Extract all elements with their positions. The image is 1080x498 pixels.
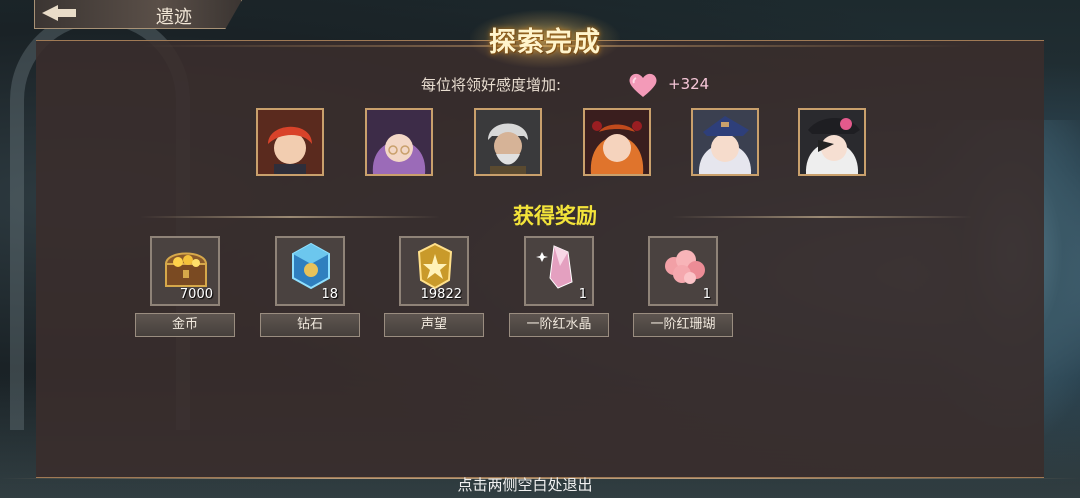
reward-count-prestige: 19822: [420, 287, 462, 302]
reward-label-diamond: 钻石: [260, 313, 360, 337]
section-divider-right: [672, 216, 972, 218]
section-divider-left: [140, 216, 440, 218]
exit-hint[interactable]: 点击两侧空白处退出: [400, 474, 650, 495]
reward-label-red-coral: 一阶红珊瑚: [633, 313, 733, 337]
portrait-purple-hair-glasses[interactable]: [365, 108, 433, 176]
treasure-chest-icon: [164, 252, 208, 287]
portrait-white-hair-captain[interactable]: [691, 108, 759, 176]
back-arrow-icon[interactable]: [40, 4, 80, 22]
reward-item-gold[interactable]: 7000: [150, 236, 220, 306]
heart-icon: [629, 73, 657, 97]
portrait-red-hair-male[interactable]: [256, 108, 324, 176]
reward-count-diamond: 18: [321, 287, 338, 302]
portrait-white-hair-elder[interactable]: [474, 108, 542, 176]
favor-value: +324: [668, 75, 710, 93]
portrait-orange-hair-female[interactable]: [583, 108, 651, 176]
reward-label-red-crystal: 一阶红水晶: [509, 313, 609, 337]
reward-count-red-coral: 1: [702, 287, 711, 302]
red-coral-icon: [665, 250, 705, 284]
rewards-section-title: 获得奖励: [513, 204, 597, 228]
reward-item-prestige[interactable]: 19822: [399, 236, 469, 306]
reward-item-red-crystal[interactable]: 1: [524, 236, 594, 306]
favor-label: 每位将领好感度增加:: [421, 76, 562, 94]
diamond-crystal-icon: [292, 242, 330, 290]
reward-label-prestige: 声望: [384, 313, 484, 337]
back-title: 遗迹: [156, 7, 192, 28]
prestige-badge-icon: [417, 242, 453, 290]
reward-item-red-coral[interactable]: 1: [648, 236, 718, 306]
red-crystal-icon: [536, 245, 573, 289]
portrait-white-hair-pink-hat[interactable]: [798, 108, 866, 176]
reward-label-gold: 金币: [135, 313, 235, 337]
panel-title: 探索完成: [489, 27, 601, 58]
reward-item-diamond[interactable]: 18: [275, 236, 345, 306]
reward-count-red-crystal: 1: [578, 287, 587, 302]
reward-count-gold: 7000: [179, 287, 213, 302]
